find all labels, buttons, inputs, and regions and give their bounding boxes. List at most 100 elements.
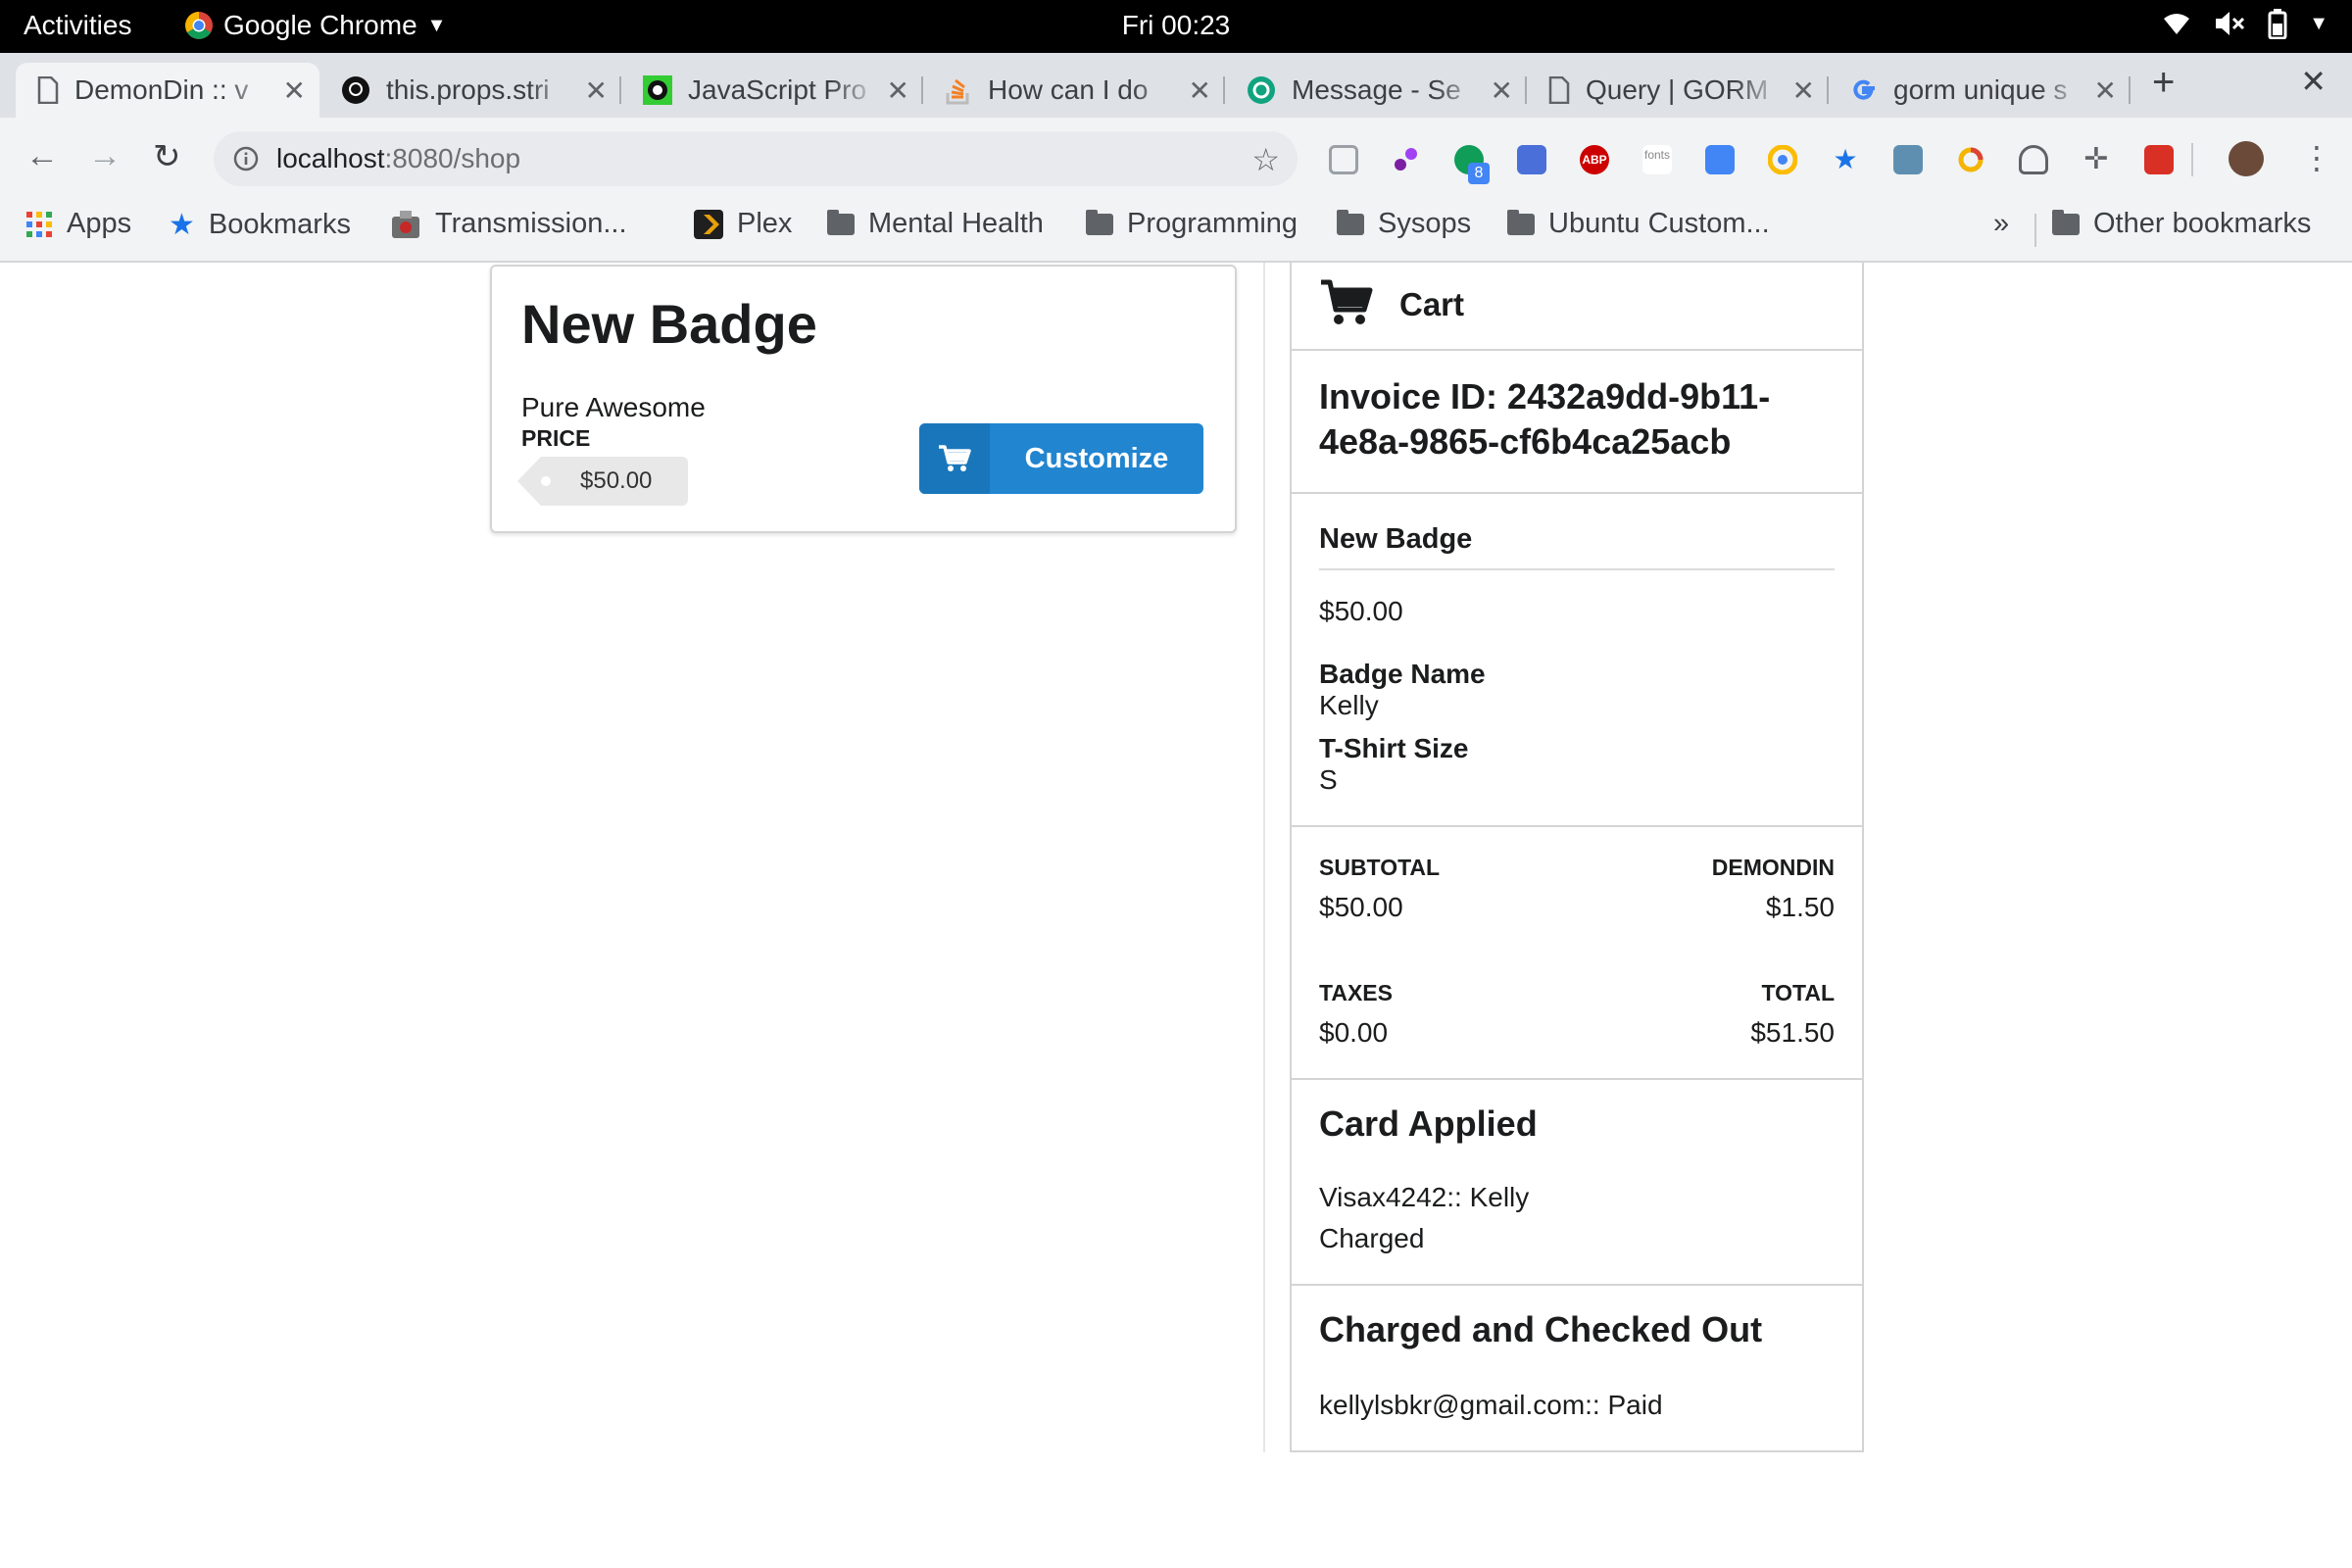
tab-close-icon[interactable]: ✕ — [2094, 74, 2117, 107]
tab-close-icon[interactable]: ✕ — [887, 74, 909, 107]
tab-google-search[interactable]: gorm unique s ✕ — [1829, 63, 2131, 118]
bookmark-other[interactable]: Other bookmarks — [2052, 208, 2311, 240]
menu-kebab-icon[interactable]: ⋮ — [2301, 139, 2332, 176]
plex-icon — [694, 209, 723, 239]
tab-close-icon[interactable]: ✕ — [1792, 74, 1815, 107]
chrome-extension-icon[interactable] — [1767, 144, 1798, 175]
bookmark-ubuntu-custom[interactable]: Ubuntu Custom... — [1507, 208, 1770, 240]
image-extension-icon[interactable] — [1893, 145, 1923, 174]
reload-button[interactable]: ↻ — [153, 137, 181, 176]
bookmarks-bar: Apps ★ Bookmarks Transmission... Plex Me… — [0, 198, 2352, 263]
fonts-extension-icon[interactable]: fonts — [1642, 145, 1672, 174]
app-menu[interactable]: Google Chrome ▼ — [184, 10, 446, 41]
bookmark-transmission[interactable]: Transmission... — [390, 208, 627, 240]
wifi-icon — [2164, 14, 2190, 34]
tab-javascript[interactable]: JavaScript Pro ✕ — [621, 63, 923, 118]
bookmark-star-icon[interactable]: ☆ — [1251, 141, 1280, 178]
bookmark-label: Plex — [737, 208, 793, 239]
bookmark-bookmarks[interactable]: ★ Bookmarks — [169, 208, 351, 242]
card-status: Charged — [1319, 1223, 1425, 1253]
bookmark-apps[interactable]: Apps — [25, 208, 131, 240]
subtotal-value: $50.00 — [1319, 892, 1403, 922]
close-window-icon[interactable]: ✕ — [2300, 63, 2327, 100]
shopping-cart-icon — [1321, 279, 1373, 324]
tab-close-icon[interactable]: ✕ — [283, 74, 306, 107]
red-extension-icon[interactable] — [2144, 145, 2174, 174]
cast-extension-icon[interactable] — [1329, 145, 1358, 174]
bookmark-label: Bookmarks — [208, 209, 351, 240]
bookmarks-overflow-button[interactable]: » — [1993, 208, 2009, 240]
hangouts-extension-icon[interactable]: 8 — [1454, 145, 1490, 184]
apps-grid-icon — [26, 211, 52, 237]
new-tab-button[interactable]: + — [2152, 61, 2175, 105]
tab-stackoverflow[interactable]: How can I do ✕ — [923, 63, 1225, 118]
ruler-extension-icon[interactable]: ✛ — [2082, 145, 2111, 174]
lightbulb-extension-icon[interactable] — [2019, 145, 2048, 174]
card-line: Visax4242:: Kelly — [1319, 1182, 1530, 1212]
app-name: Google Chrome — [223, 10, 417, 40]
tab-title: DemonDin :: v — [74, 74, 249, 105]
subtotal-label: SUBTOTAL — [1319, 855, 1441, 880]
forward-button[interactable]: → — [88, 137, 122, 175]
openai-icon — [1248, 76, 1275, 104]
tab-title: Query | GORM — [1586, 74, 1769, 105]
bookmark-sysops[interactable]: Sysops — [1337, 208, 1471, 240]
star-extension-icon[interactable]: ★ — [1831, 145, 1860, 174]
tab-strip: DemonDin :: v ✕ this.props.stri ✕ JavaSc… — [0, 53, 2352, 118]
history-extension-icon[interactable] — [1956, 145, 1985, 174]
fee-label: DEMONDIN — [1711, 855, 1835, 880]
back-button[interactable]: ← — [25, 137, 59, 175]
tab-message[interactable]: Message - Se ✕ — [1225, 63, 1527, 118]
activities-button[interactable]: Activities — [24, 10, 131, 41]
toolbar-separator — [2191, 143, 2193, 176]
taxes-value: $0.00 — [1319, 1017, 1389, 1048]
docs-extension-icon[interactable] — [1517, 145, 1546, 174]
badge-name-value: Kelly — [1319, 690, 1379, 720]
bookmark-label: Other bookmarks — [2093, 208, 2312, 239]
invoice-id: Invoice ID: 2432a9dd-9b11-4e8a-9865-cf6b… — [1319, 376, 1771, 462]
item-name: New Badge — [1319, 523, 1473, 555]
badge-name-label: Badge Name — [1319, 659, 1486, 689]
stackoverflow-icon — [946, 78, 969, 105]
bookmark-label: Apps — [67, 208, 132, 239]
extension-badge: 8 — [1468, 163, 1490, 184]
profile-avatar[interactable] — [2229, 141, 2264, 176]
pomodoro-extension-icon[interactable] — [1392, 145, 1421, 174]
product-title: New Badge — [521, 293, 817, 355]
tab-title: How can I do — [988, 74, 1149, 105]
bookmark-separator — [2034, 214, 2036, 247]
info-icon — [233, 146, 259, 172]
tab-github[interactable]: this.props.stri ✕ — [319, 63, 621, 118]
tab-close-icon[interactable]: ✕ — [1189, 74, 1211, 107]
system-top-bar: Activities Google Chrome ▼ Fri 00:23 ▼ — [0, 0, 2352, 53]
bookmark-programming[interactable]: Programming — [1086, 208, 1298, 240]
address-bar[interactable]: localhost:8080/shop ☆ — [214, 131, 1298, 186]
system-tray[interactable]: ▼ — [2162, 8, 2328, 39]
bookmark-label: Sysops — [1378, 208, 1472, 239]
tab-query-gorm[interactable]: Query | GORM ✕ — [1527, 63, 1829, 118]
customize-button-label: Customize — [1024, 442, 1169, 474]
url-host: localhost — [276, 143, 385, 173]
tab-separator — [2129, 76, 2131, 104]
bookmark-plex[interactable]: Plex — [694, 208, 792, 240]
price-label: PRICE — [521, 425, 591, 451]
bookmark-label: Transmission... — [435, 208, 627, 239]
chrome-small-icon — [1767, 144, 1798, 175]
checkout-section: Charged and Checked Out kellylsbkr@gmail… — [1292, 1286, 1862, 1452]
transmission-icon — [392, 210, 419, 238]
bookmark-mental-health[interactable]: Mental Health — [827, 208, 1044, 240]
google-translate-icon[interactable] — [1705, 145, 1735, 174]
cart-panel: Cart Invoice ID: 2432a9dd-9b11-4e8a-9865… — [1290, 263, 1864, 1452]
tab-close-icon[interactable]: ✕ — [1491, 74, 1513, 107]
card-section: Card Applied Visax4242:: Kelly Charged — [1292, 1080, 1862, 1286]
tab-demondin[interactable]: DemonDin :: v ✕ — [16, 63, 319, 118]
tab-close-icon[interactable]: ✕ — [585, 74, 608, 107]
power-icon — [643, 75, 672, 105]
google-icon — [1853, 79, 1875, 100]
url-path: :8080/shop — [384, 143, 521, 173]
adblock-plus-icon[interactable]: ABP — [1580, 145, 1609, 174]
cart-title: Cart — [1399, 286, 1465, 322]
product-description: Pure Awesome — [521, 392, 706, 422]
customize-button[interactable]: Customize — [919, 423, 1203, 494]
refresh-color-icon — [1958, 147, 1984, 172]
